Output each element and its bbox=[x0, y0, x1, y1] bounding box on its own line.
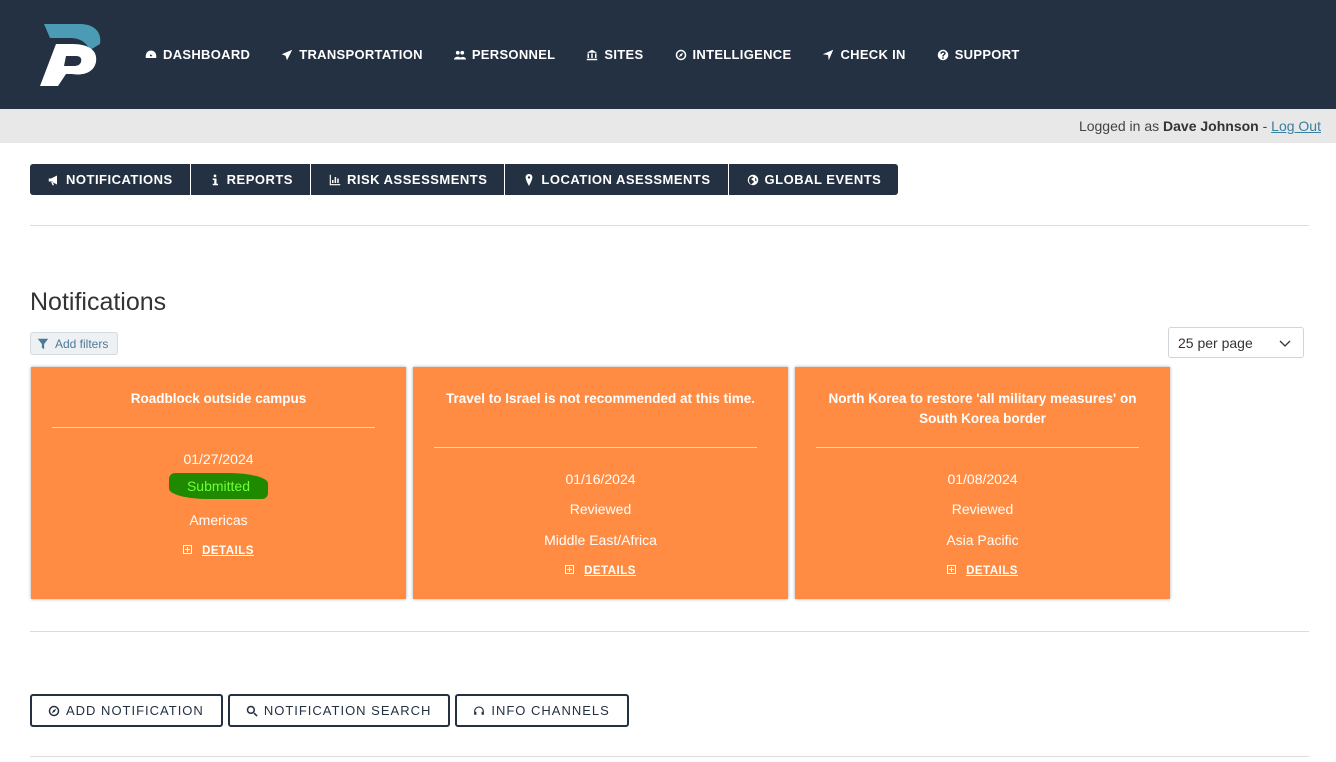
nav-sites[interactable]: SITES bbox=[585, 47, 643, 62]
tab-reports[interactable]: REPORTS bbox=[191, 164, 311, 195]
filter-icon bbox=[37, 338, 49, 349]
nav-support[interactable]: SUPPORT bbox=[936, 47, 1020, 62]
card-date: 01/27/2024 bbox=[183, 451, 254, 467]
globe-icon bbox=[746, 173, 760, 187]
login-status: Logged in as Dave Johnson - Log Out bbox=[1079, 118, 1321, 134]
info-channels-label: INFO CHANNELS bbox=[491, 703, 610, 718]
nav-label: SITES bbox=[604, 47, 644, 62]
section-tabs: NOTIFICATIONS REPORTS RISK ASSESSMENTS L… bbox=[30, 164, 899, 195]
tab-label: GLOBAL EVENTS bbox=[764, 172, 882, 187]
username: Dave Johnson bbox=[1163, 118, 1259, 134]
map-marker-icon bbox=[522, 173, 536, 187]
details-label: DETAILS bbox=[584, 565, 636, 577]
card-details-link[interactable]: DETAILS bbox=[31, 545, 406, 557]
card-divider bbox=[816, 447, 1139, 448]
tab-label: RISK ASSESSMENTS bbox=[346, 172, 488, 187]
nav-label: PERSONNEL bbox=[471, 47, 556, 62]
compass-icon bbox=[674, 48, 688, 62]
chevron-down-icon bbox=[1279, 340, 1291, 347]
login-separator: - bbox=[1262, 118, 1268, 134]
nav-label: CHECK IN bbox=[840, 47, 906, 62]
card-title: Travel to Israel is not recommended at t… bbox=[445, 391, 756, 406]
question-icon bbox=[936, 48, 950, 62]
card-title: North Korea to restore 'all military mea… bbox=[828, 391, 1137, 426]
card-status: Reviewed bbox=[569, 501, 632, 517]
card-details-link[interactable]: DETAILS bbox=[413, 565, 788, 577]
nav-label: INTELLIGENCE bbox=[692, 47, 792, 62]
logout-link[interactable]: Log Out bbox=[1271, 118, 1321, 134]
card-date: 01/08/2024 bbox=[947, 471, 1018, 487]
plane-icon bbox=[280, 48, 294, 62]
headphones-icon bbox=[473, 705, 485, 717]
users-icon bbox=[453, 48, 467, 62]
notification-card: North Korea to restore 'all military mea… bbox=[795, 367, 1170, 599]
card-divider bbox=[52, 427, 375, 428]
plus-square-icon bbox=[183, 545, 193, 554]
compass-icon bbox=[48, 705, 60, 717]
bar-chart-icon bbox=[328, 173, 342, 187]
notification-card: Roadblock outside campus 01/27/2024 Subm… bbox=[31, 367, 406, 599]
add-notification-button[interactable]: ADD NOTIFICATION bbox=[30, 694, 223, 727]
nav-personnel[interactable]: PERSONNEL bbox=[453, 47, 556, 62]
tab-label: NOTIFICATIONS bbox=[66, 172, 173, 187]
main-nav: DASHBOARD TRANSPORTATION PERSONNEL SITES… bbox=[144, 0, 1050, 109]
card-title: Roadblock outside campus bbox=[130, 391, 307, 406]
details-label: DETAILS bbox=[966, 565, 1018, 577]
tab-label: LOCATION ASESSMENTS bbox=[541, 172, 711, 187]
add-filters-label: Add filters bbox=[55, 336, 109, 351]
card-status-wrap: Submitted bbox=[31, 473, 406, 499]
notification-search-button[interactable]: NOTIFICATION SEARCH bbox=[227, 694, 451, 727]
divider bbox=[30, 631, 1309, 632]
card-status: Reviewed bbox=[951, 501, 1014, 517]
nav-label: DASHBOARD bbox=[163, 47, 251, 62]
tab-global-events[interactable]: GLOBAL EVENTS bbox=[729, 164, 899, 195]
top-navbar: DASHBOARD TRANSPORTATION PERSONNEL SITES… bbox=[0, 0, 1336, 109]
divider bbox=[30, 756, 1309, 757]
info-channels-button[interactable]: INFO CHANNELS bbox=[455, 694, 629, 727]
add-filters-button[interactable]: Add filters bbox=[30, 332, 118, 355]
tab-risk-assessments[interactable]: RISK ASSESSMENTS bbox=[311, 164, 506, 195]
login-bar: Logged in as Dave Johnson - Log Out bbox=[0, 109, 1336, 143]
action-buttons: ADD NOTIFICATION NOTIFICATION SEARCH INF… bbox=[30, 694, 634, 727]
nav-transportation[interactable]: TRANSPORTATION bbox=[280, 47, 423, 62]
nav-label: TRANSPORTATION bbox=[299, 47, 423, 62]
plus-square-icon bbox=[565, 565, 575, 574]
notification-search-label: NOTIFICATION SEARCH bbox=[263, 703, 432, 718]
card-status: Submitted bbox=[168, 473, 269, 499]
per-page-select[interactable]: 25 per page bbox=[1168, 327, 1304, 358]
tab-location-assessments[interactable]: LOCATION ASESSMENTS bbox=[505, 164, 729, 195]
notification-card: Travel to Israel is not recommended at t… bbox=[413, 367, 788, 599]
card-region: Middle East/Africa bbox=[544, 532, 657, 548]
info-icon bbox=[208, 173, 222, 187]
nav-label: SUPPORT bbox=[954, 47, 1020, 62]
plus-square-icon bbox=[947, 565, 957, 574]
card-details-link[interactable]: DETAILS bbox=[795, 565, 1170, 577]
dashboard-icon bbox=[144, 48, 158, 62]
nav-dashboard[interactable]: DASHBOARD bbox=[144, 47, 250, 62]
search-icon bbox=[246, 705, 258, 717]
location-arrow-icon bbox=[821, 48, 835, 62]
building-icon bbox=[585, 48, 599, 62]
page-title: Notifications bbox=[30, 288, 167, 316]
login-prefix: Logged in as bbox=[1078, 118, 1160, 134]
details-label: DETAILS bbox=[202, 545, 254, 557]
card-region: Americas bbox=[189, 512, 248, 528]
per-page-value: 25 per page bbox=[1178, 334, 1253, 351]
tab-label: REPORTS bbox=[226, 172, 293, 187]
card-date: 01/16/2024 bbox=[565, 471, 636, 487]
add-notification-label: ADD NOTIFICATION bbox=[66, 703, 204, 718]
card-region: Asia Pacific bbox=[946, 532, 1019, 548]
nav-check-in[interactable]: CHECK IN bbox=[821, 47, 905, 62]
tab-notifications[interactable]: NOTIFICATIONS bbox=[30, 164, 191, 195]
divider bbox=[30, 225, 1309, 226]
card-divider bbox=[434, 447, 757, 448]
brand-logo[interactable] bbox=[36, 20, 106, 90]
nav-intelligence[interactable]: INTELLIGENCE bbox=[674, 47, 792, 62]
bullhorn-icon bbox=[47, 173, 61, 187]
